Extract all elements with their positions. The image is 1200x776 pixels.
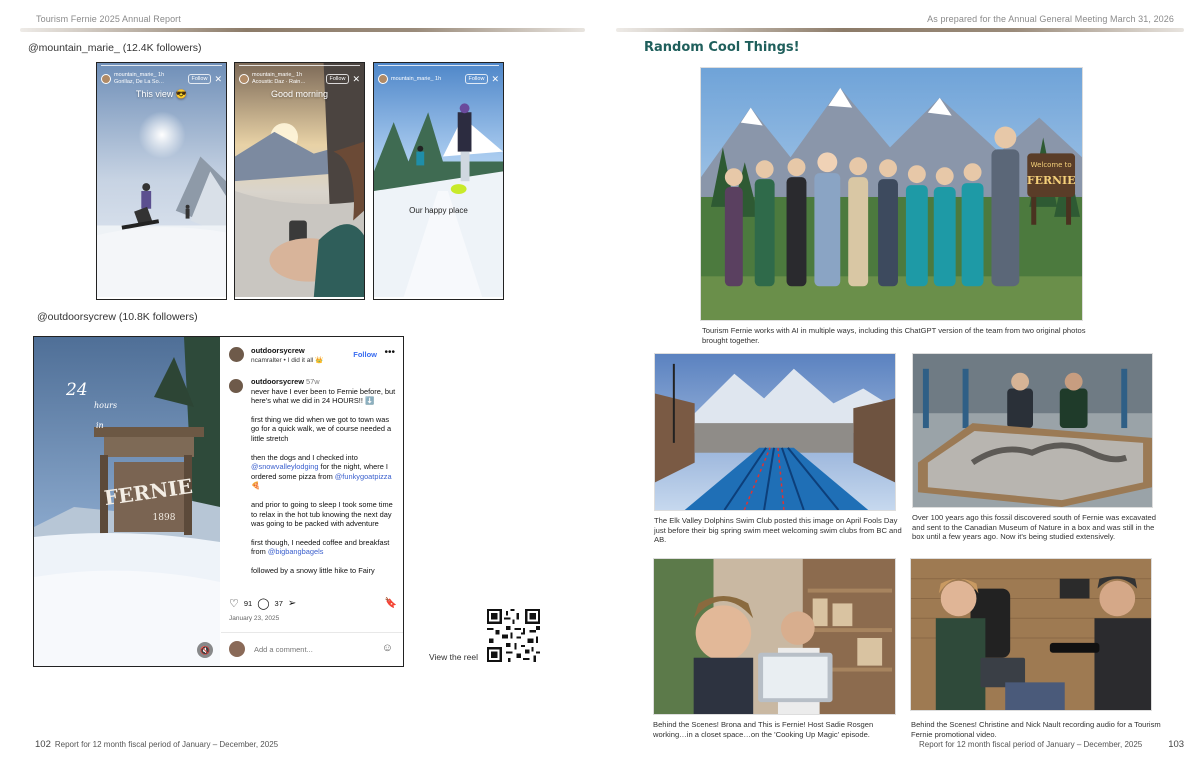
- follow-button[interactable]: Follow: [464, 74, 489, 84]
- team-sign-line2: FERNIE: [1027, 174, 1076, 187]
- pool-caption: The Elk Valley Dolphins Swim Club posted…: [654, 516, 902, 545]
- folio-right: Report for 12 month fiscal period of Jan…: [919, 739, 1185, 750]
- add-comment-bar: Add a comment... ☺: [221, 632, 403, 666]
- mention-link[interactable]: @bigbangbagels: [268, 547, 324, 556]
- view-reel-label: View the reel: [429, 652, 478, 662]
- comment-count: 37: [274, 598, 283, 608]
- comment-icon[interactable]: ◯: [257, 597, 269, 610]
- post-caption-scroll[interactable]: outdoorsycrew 57w never have I ever been …: [229, 377, 397, 588]
- close-icon[interactable]: ✕: [214, 74, 222, 84]
- story-coffee[interactable]: mountain_marie_ 1h Acoustic Daz · Rain… F…: [234, 62, 365, 300]
- left-page: Tourism Fernie 2025 Annual Report @mount…: [0, 0, 600, 776]
- mute-icon[interactable]: 🔇: [200, 645, 210, 655]
- handle-mountain-marie: @mountain_marie_ (12.4K followers): [28, 42, 202, 54]
- reel-overlay-in: in: [96, 421, 104, 430]
- avatar: [229, 641, 245, 657]
- sign-year: 1898: [153, 513, 176, 523]
- reel-overlay-hours: hours: [94, 401, 117, 410]
- share-icon[interactable]: ➢: [288, 598, 296, 609]
- story-snowboard[interactable]: mountain_marie_ 1h Gorillaz, De La So… Fo…: [96, 62, 227, 300]
- follow-button[interactable]: Follow: [187, 74, 212, 84]
- fossil-photo: [912, 353, 1153, 508]
- page-number: 102: [35, 739, 51, 750]
- instagram-reel-card[interactable]: FERNIE 1898 24 hours in 🔇 outdoorsycrew …: [33, 336, 404, 667]
- post-username[interactable]: outdoorsycrew: [251, 346, 305, 355]
- running-head-right: As prepared for the Annual General Meeti…: [927, 14, 1174, 24]
- story-caption: Our happy place: [409, 206, 468, 215]
- audio-recording-photo: [910, 558, 1152, 711]
- fossil-caption: Over 100 years ago this fossil discovere…: [912, 513, 1156, 542]
- post-header: outdoorsycrew ncamralter • I did it all …: [229, 345, 399, 367]
- caption-username[interactable]: outdoorsycrew: [251, 377, 304, 386]
- mention-link[interactable]: @funkygoatpizza: [335, 472, 392, 481]
- mention-link[interactable]: @snowvalleylodging: [251, 462, 319, 471]
- post-audio[interactable]: ncamralter • I did it all 👑: [251, 356, 323, 364]
- story-topbar: mountain_marie_ 1h Gorillaz, De La So… Fo…: [101, 68, 222, 90]
- reel-post-panel: outdoorsycrew ncamralter • I did it all …: [221, 337, 403, 666]
- avatar: [239, 74, 249, 84]
- post-actions: ♡ 91 ◯ 37 ➢ 🔖: [229, 595, 397, 611]
- follow-button[interactable]: Follow: [325, 74, 350, 84]
- add-comment-input[interactable]: Add a comment...: [254, 645, 313, 654]
- team-ai-illustration: Welcome to FERNIE: [700, 67, 1083, 321]
- follow-button[interactable]: Follow: [353, 350, 377, 359]
- close-icon[interactable]: ✕: [491, 74, 499, 84]
- like-count: 91: [243, 598, 253, 608]
- close-icon[interactable]: ✕: [352, 74, 360, 84]
- closet-caption: Behind the Scenes! Brona and This is Fer…: [653, 720, 874, 739]
- handle-outdoorsycrew: @outdoorsycrew (10.8K followers): [37, 311, 198, 323]
- pool-photo: [654, 353, 896, 511]
- page-number: 103: [1168, 739, 1185, 750]
- bookmark-icon[interactable]: 🔖: [385, 598, 397, 609]
- story-photo-ski-run: [374, 63, 503, 298]
- header-rule-left: [20, 28, 585, 32]
- heart-icon[interactable]: ♡: [229, 597, 239, 610]
- audio-caption: Behind the Scenes! Christine and Nick Na…: [911, 720, 1161, 739]
- running-head-left: Tourism Fernie 2025 Annual Report: [36, 14, 181, 24]
- avatar: [378, 74, 388, 84]
- team-sign-line1: Welcome to: [1031, 161, 1072, 169]
- qr-code[interactable]: [487, 609, 540, 662]
- header-rule-right: [616, 28, 1184, 32]
- reel-overlay-24: 24: [65, 380, 88, 400]
- story-caption: Good morning: [270, 89, 329, 99]
- story-happy-place[interactable]: mountain_marie_ 1h Follow ✕ Our happy pl…: [373, 62, 504, 300]
- post-caption: outdoorsycrew 57w never have I ever been …: [251, 377, 396, 575]
- section-title: Random Cool Things!: [644, 40, 800, 55]
- closet-recording-photo: [653, 558, 896, 715]
- folio-left: 102 Report for 12 month fiscal period of …: [35, 739, 279, 750]
- team-caption: Tourism Fernie works with AI in multiple…: [702, 326, 1086, 345]
- story-topbar: mountain_marie_ 1h Acoustic Daz · Rain… F…: [239, 68, 360, 90]
- story-topbar: mountain_marie_ 1h Follow ✕: [378, 68, 499, 90]
- avatar[interactable]: [229, 347, 244, 362]
- more-options-icon[interactable]: •••: [384, 347, 395, 358]
- avatar: [101, 74, 111, 84]
- post-date: January 23, 2025: [229, 615, 280, 622]
- avatar: [229, 379, 243, 393]
- emoji-icon[interactable]: ☺: [382, 642, 393, 654]
- reel-video[interactable]: FERNIE 1898 24 hours in 🔇: [34, 337, 220, 666]
- right-page: As prepared for the Annual General Meeti…: [600, 0, 1200, 776]
- story-user: mountain_marie_: [114, 72, 157, 78]
- story-caption: This view 😎: [135, 89, 188, 99]
- reel-photo-fernie-sign: FERNIE 1898 24 hours in 🔇: [34, 337, 220, 666]
